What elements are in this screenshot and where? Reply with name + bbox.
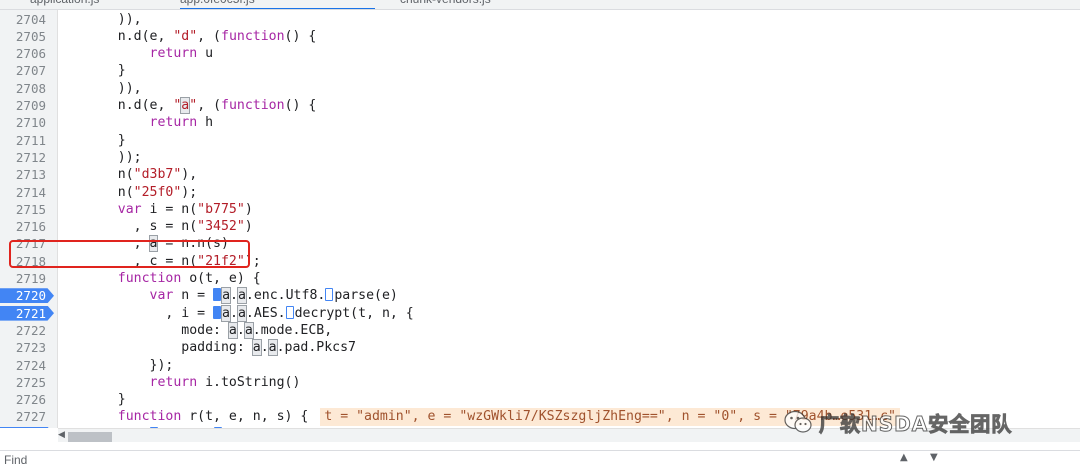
line-code: return i.toString()	[149, 374, 301, 390]
line-number[interactable]: 2715	[0, 201, 46, 218]
arrow-down-icon[interactable]: ▼	[930, 452, 938, 463]
code-line[interactable]: 2716 , s = n("3452")	[0, 218, 1080, 235]
line-number[interactable]: 2714	[0, 184, 46, 201]
line-number[interactable]: 2708	[0, 80, 46, 97]
line-code: }	[86, 392, 126, 408]
line-number[interactable]: 2722	[0, 322, 46, 339]
line-number[interactable]: 2709	[0, 97, 46, 114]
code-line[interactable]: 2723 padding: a.a.pad.Pkcs7	[0, 339, 1080, 357]
line-code: padding: a.a.pad.Pkcs7	[86, 339, 356, 357]
line-code: });	[86, 357, 174, 373]
tab-file-2-active[interactable]: app.0fe0c5f.js	[180, 0, 375, 9]
wechat-icon	[784, 410, 812, 433]
line-number[interactable]: 2705	[0, 28, 46, 45]
line-number[interactable]: 2710	[0, 114, 46, 131]
annotation-red-box	[9, 240, 250, 268]
code-line[interactable]: 2704 )),	[0, 11, 1080, 28]
line-code: function r(t, e, n, s) {t = "admin", e =…	[86, 408, 900, 426]
watermark-text: 广软NSDA安全团队	[818, 411, 1013, 436]
line-code: n.d(e, "d", (function() {	[86, 28, 317, 44]
line-code: return h	[149, 115, 214, 131]
code-line[interactable]: 2724 });	[0, 357, 1080, 374]
line-number[interactable]: 2711	[0, 132, 46, 149]
line-number[interactable]: 2724	[0, 357, 46, 374]
arrow-up-icon[interactable]: ▲	[900, 452, 908, 463]
line-number[interactable]: 2716	[0, 218, 46, 235]
code-line[interactable]: 2719 function o(t, e) {	[0, 270, 1080, 287]
code-line[interactable]: 2714 n("25f0");	[0, 184, 1080, 201]
line-code: }	[86, 132, 126, 148]
line-code: , i = a.a.AES. decrypt(t, n, {	[86, 304, 414, 322]
code-line[interactable]: 2725 return i.toString()	[0, 374, 1080, 391]
line-code: mode: a.a.mode.ECB,	[86, 321, 333, 339]
line-code: n("d3b7"),	[86, 167, 198, 183]
line-number[interactable]: 2719	[0, 270, 46, 287]
watermark: 广软NSDA安全团队	[783, 405, 1012, 439]
editor-tabbar: application.js app.0fe0c5f.js chunk-vend…	[0, 0, 1080, 10]
line-number[interactable]: 2721	[0, 305, 46, 322]
line-code: ));	[86, 149, 142, 165]
code-line[interactable]: 2712 ));	[0, 149, 1080, 166]
line-code: , s = n("3452")	[86, 219, 253, 235]
code-line[interactable]: 2711 }	[0, 132, 1080, 149]
chevron-left-icon[interactable]: ◀	[58, 430, 65, 440]
line-number[interactable]: 2723	[0, 339, 46, 356]
line-code: n.d(e, "a", (function() {	[86, 97, 317, 114]
line-code: n("25f0");	[86, 184, 198, 200]
line-number[interactable]: 2727	[0, 408, 46, 425]
line-number[interactable]: 2726	[0, 391, 46, 408]
code-line[interactable]: 2705 n.d(e, "d", (function() {	[0, 28, 1080, 45]
code-line[interactable]: 2713 n("d3b7"),	[0, 166, 1080, 183]
find-input[interactable]: Find	[4, 453, 27, 467]
code-line[interactable]: 2706 return u	[0, 45, 1080, 62]
line-code: function o(t, e) {	[117, 271, 261, 286]
line-number[interactable]: 2713	[0, 166, 46, 183]
code-line[interactable]: 2722 mode: a.a.mode.ECB,	[0, 321, 1080, 339]
line-number[interactable]: 2704	[0, 11, 46, 28]
code-line[interactable]: 2707 }	[0, 62, 1080, 79]
line-number[interactable]: 2707	[0, 62, 46, 79]
line-number[interactable]: 2712	[0, 149, 46, 166]
code-line[interactable]: 2710 return h	[0, 114, 1080, 131]
line-number[interactable]: 2706	[0, 45, 46, 62]
line-code: var n = a.a.enc.Utf8. parse(e)	[149, 287, 398, 305]
scrollbar-thumb[interactable]	[68, 432, 112, 442]
line-code: }	[86, 63, 126, 79]
line-number[interactable]: 2720	[0, 287, 46, 304]
line-code: var i = n("b775")	[117, 201, 253, 217]
line-number[interactable]: 2728	[0, 426, 46, 428]
tab-file-3[interactable]: chunk-vendors.js	[400, 0, 491, 9]
code-editor[interactable]: 2704 )), 2705 n.d(e, "d", (function() {27…	[0, 10, 1080, 428]
tab-file-1[interactable]: application.js	[30, 0, 99, 9]
find-bar: Find ▲ ▼	[0, 450, 1080, 467]
code-line[interactable]: 2708 )),	[0, 80, 1080, 97]
code-line[interactable]: 2715 var i = n("b775")	[0, 201, 1080, 218]
code-line[interactable]: 2720 var n = a.a.enc.Utf8. parse(e)	[0, 287, 1080, 305]
code-line[interactable]: 2721 , i = a.a.AES. decrypt(t, n, {	[0, 304, 1080, 322]
line-number[interactable]: 2725	[0, 374, 46, 391]
code-line[interactable]: 2709 n.d(e, "a", (function() {	[0, 97, 1080, 114]
line-code: return u	[149, 46, 214, 62]
line-code: )),	[86, 11, 142, 27]
line-code: )),	[86, 80, 142, 96]
